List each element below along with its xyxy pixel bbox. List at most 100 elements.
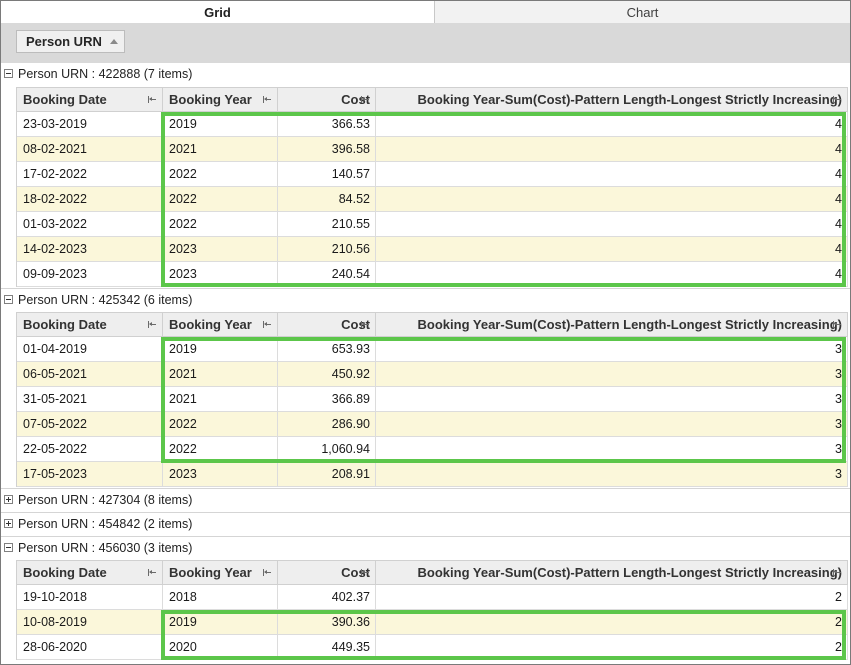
tab-grid[interactable]: Grid bbox=[1, 1, 435, 23]
cell-pattern[interactable]: 3 bbox=[376, 387, 848, 411]
cell-cost[interactable]: 210.55 bbox=[278, 212, 376, 236]
cell-pattern[interactable]: 4 bbox=[376, 112, 848, 136]
cell-booking-year[interactable]: 2019 bbox=[163, 610, 278, 634]
cell-pattern[interactable]: 2 bbox=[376, 610, 848, 634]
column-header-booking-year[interactable]: Booking Year bbox=[163, 313, 278, 336]
cell-booking-date[interactable]: 19-10-2018 bbox=[17, 585, 163, 609]
cell-cost[interactable]: 286.90 bbox=[278, 412, 376, 436]
column-header-booking-year[interactable]: Booking Year bbox=[163, 561, 278, 584]
cell-cost[interactable]: 366.53 bbox=[278, 112, 376, 136]
cell-cost[interactable]: 450.92 bbox=[278, 362, 376, 386]
column-header-cost[interactable]: Cost bbox=[278, 561, 376, 584]
pin-column-icon[interactable] bbox=[833, 96, 841, 103]
column-header-booking-date[interactable]: Booking Date bbox=[17, 561, 163, 584]
cell-booking-date[interactable]: 17-05-2023 bbox=[17, 462, 163, 486]
cell-cost[interactable]: 240.54 bbox=[278, 262, 376, 286]
pin-column-icon[interactable] bbox=[263, 569, 271, 576]
cell-booking-year[interactable]: 2022 bbox=[163, 437, 278, 461]
cell-booking-date[interactable]: 28-06-2020 bbox=[17, 635, 163, 659]
column-header-pattern[interactable]: Booking Year-Sum(Cost)-Pattern Length-Lo… bbox=[376, 88, 848, 111]
cell-pattern[interactable]: 4 bbox=[376, 212, 848, 236]
column-header-pattern[interactable]: Booking Year-Sum(Cost)-Pattern Length-Lo… bbox=[376, 561, 848, 584]
cell-pattern[interactable]: 4 bbox=[376, 137, 848, 161]
cell-booking-year[interactable]: 2022 bbox=[163, 162, 278, 186]
cell-pattern[interactable]: 3 bbox=[376, 362, 848, 386]
cell-cost[interactable]: 1,060.94 bbox=[278, 437, 376, 461]
table-row[interactable]: 01-04-2019 2019 653.93 3 bbox=[17, 337, 848, 362]
column-header-booking-year[interactable]: Booking Year bbox=[163, 88, 278, 111]
pin-column-icon[interactable] bbox=[361, 569, 369, 576]
pin-column-icon[interactable] bbox=[263, 321, 271, 328]
cell-pattern[interactable]: 2 bbox=[376, 635, 848, 659]
pin-column-icon[interactable] bbox=[361, 96, 369, 103]
column-header-booking-date[interactable]: Booking Date bbox=[17, 88, 163, 111]
column-header-cost[interactable]: Cost bbox=[278, 313, 376, 336]
collapse-icon[interactable] bbox=[4, 543, 13, 552]
cell-booking-year[interactable]: 2022 bbox=[163, 412, 278, 436]
cell-cost[interactable]: 390.36 bbox=[278, 610, 376, 634]
cell-cost[interactable]: 210.56 bbox=[278, 237, 376, 261]
cell-booking-year[interactable]: 2019 bbox=[163, 112, 278, 136]
cell-booking-year[interactable]: 2022 bbox=[163, 212, 278, 236]
table-row[interactable]: 08-02-2021 2021 396.58 4 bbox=[17, 137, 848, 162]
cell-pattern[interactable]: 3 bbox=[376, 462, 848, 486]
cell-booking-year[interactable]: 2023 bbox=[163, 262, 278, 286]
cell-cost[interactable]: 653.93 bbox=[278, 337, 376, 361]
pin-column-icon[interactable] bbox=[361, 321, 369, 328]
table-row[interactable]: 09-09-2023 2023 240.54 4 bbox=[17, 262, 848, 287]
cell-pattern[interactable]: 3 bbox=[376, 337, 848, 361]
table-row[interactable]: 01-03-2022 2022 210.55 4 bbox=[17, 212, 848, 237]
column-header-booking-date[interactable]: Booking Date bbox=[17, 313, 163, 336]
cell-booking-date[interactable]: 01-04-2019 bbox=[17, 337, 163, 361]
pin-column-icon[interactable] bbox=[833, 321, 841, 328]
cell-booking-date[interactable]: 07-05-2022 bbox=[17, 412, 163, 436]
cell-pattern[interactable]: 4 bbox=[376, 162, 848, 186]
cell-booking-year[interactable]: 2023 bbox=[163, 462, 278, 486]
table-row[interactable]: 07-05-2022 2022 286.90 3 bbox=[17, 412, 848, 437]
pin-column-icon[interactable] bbox=[148, 321, 156, 328]
cell-booking-year[interactable]: 2019 bbox=[163, 337, 278, 361]
cell-booking-date[interactable]: 10-08-2019 bbox=[17, 610, 163, 634]
column-header-cost[interactable]: Cost bbox=[278, 88, 376, 111]
cell-pattern[interactable]: 3 bbox=[376, 437, 848, 461]
cell-booking-date[interactable]: 17-02-2022 bbox=[17, 162, 163, 186]
cell-booking-date[interactable]: 06-05-2021 bbox=[17, 362, 163, 386]
cell-booking-year[interactable]: 2023 bbox=[163, 237, 278, 261]
expand-icon[interactable] bbox=[4, 495, 13, 504]
cell-cost[interactable]: 449.35 bbox=[278, 635, 376, 659]
cell-cost[interactable]: 208.91 bbox=[278, 462, 376, 486]
pin-column-icon[interactable] bbox=[263, 96, 271, 103]
cell-cost[interactable]: 84.52 bbox=[278, 187, 376, 211]
cell-booking-date[interactable]: 23-03-2019 bbox=[17, 112, 163, 136]
cell-booking-year[interactable]: 2021 bbox=[163, 137, 278, 161]
tab-chart[interactable]: Chart bbox=[435, 1, 850, 23]
cell-pattern[interactable]: 2 bbox=[376, 585, 848, 609]
cell-pattern[interactable]: 4 bbox=[376, 187, 848, 211]
table-row[interactable]: 23-03-2019 2019 366.53 4 bbox=[17, 112, 848, 137]
table-row[interactable]: 18-02-2022 2022 84.52 4 bbox=[17, 187, 848, 212]
table-row[interactable]: 31-05-2021 2021 366.89 3 bbox=[17, 387, 848, 412]
table-row[interactable]: 10-08-2019 2019 390.36 2 bbox=[17, 610, 848, 635]
table-row[interactable]: 17-02-2022 2022 140.57 4 bbox=[17, 162, 848, 187]
cell-booking-date[interactable]: 08-02-2021 bbox=[17, 137, 163, 161]
cell-booking-date[interactable]: 09-09-2023 bbox=[17, 262, 163, 286]
table-row[interactable]: 19-10-2018 2018 402.37 2 bbox=[17, 585, 848, 610]
table-row[interactable]: 14-02-2023 2023 210.56 4 bbox=[17, 237, 848, 262]
table-row[interactable]: 22-05-2022 2022 1,060.94 3 bbox=[17, 437, 848, 462]
cell-booking-date[interactable]: 18-02-2022 bbox=[17, 187, 163, 211]
cell-booking-date[interactable]: 31-05-2021 bbox=[17, 387, 163, 411]
cell-pattern[interactable]: 3 bbox=[376, 412, 848, 436]
cell-cost[interactable]: 396.58 bbox=[278, 137, 376, 161]
cell-booking-date[interactable]: 14-02-2023 bbox=[17, 237, 163, 261]
expand-icon[interactable] bbox=[4, 519, 13, 528]
cell-cost[interactable]: 366.89 bbox=[278, 387, 376, 411]
cell-booking-year[interactable]: 2021 bbox=[163, 387, 278, 411]
cell-booking-year[interactable]: 2021 bbox=[163, 362, 278, 386]
pin-column-icon[interactable] bbox=[148, 569, 156, 576]
column-header-pattern[interactable]: Booking Year-Sum(Cost)-Pattern Length-Lo… bbox=[376, 313, 848, 336]
table-row[interactable]: 17-05-2023 2023 208.91 3 bbox=[17, 462, 848, 487]
collapse-icon[interactable] bbox=[4, 295, 13, 304]
pin-column-icon[interactable] bbox=[148, 96, 156, 103]
cell-pattern[interactable]: 4 bbox=[376, 237, 848, 261]
cell-cost[interactable]: 402.37 bbox=[278, 585, 376, 609]
